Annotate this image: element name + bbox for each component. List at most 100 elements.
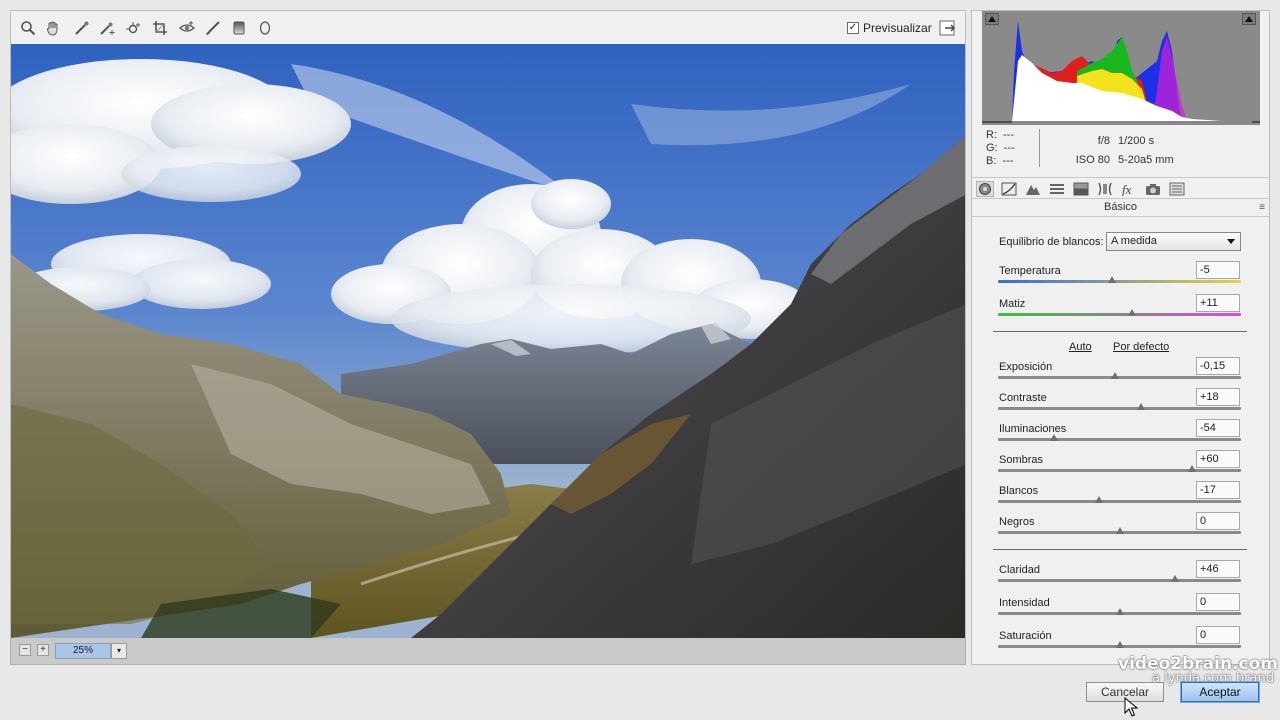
zoom-level-field[interactable]: 25%: [55, 643, 111, 659]
slider-exposicion: Exposición -0,15: [998, 357, 1243, 391]
slider-negros: Negros 0: [998, 512, 1243, 546]
tab-basic-icon[interactable]: [976, 181, 994, 197]
rgb-label: R:: [986, 129, 997, 141]
slider-label: Claridad: [999, 564, 1040, 576]
zoom-tool-icon[interactable]: [19, 19, 37, 37]
slider-value-field[interactable]: +46: [1196, 560, 1240, 578]
preview-label: Previsualizar: [863, 21, 932, 35]
slider-track[interactable]: [998, 579, 1241, 582]
slider-label: Saturación: [999, 630, 1052, 642]
slider-iluminaciones: Iluminaciones -54: [998, 419, 1243, 453]
slider-thumb[interactable]: [1108, 276, 1117, 283]
slider-track[interactable]: [998, 280, 1241, 283]
focal-length: 5-20a5 mm: [1118, 154, 1174, 166]
slider-value-field[interactable]: -5: [1196, 261, 1240, 279]
slider-value-field[interactable]: +60: [1196, 450, 1240, 468]
rgb-label: G:: [986, 142, 998, 154]
zoom-in-button[interactable]: +: [37, 644, 49, 656]
zoom-out-button[interactable]: −: [19, 644, 31, 656]
rgb-value: ---: [1002, 155, 1014, 167]
graduated-filter-tool-icon[interactable]: [230, 19, 248, 37]
panel-title: Básico: [1103, 201, 1138, 213]
slider-blancos: Blancos -17: [998, 481, 1243, 515]
white-balance-label: Equilibrio de blancos:: [999, 236, 1104, 248]
slider-value-field[interactable]: -17: [1196, 481, 1240, 499]
metadata-divider: [1039, 129, 1040, 167]
tab-detail-icon[interactable]: [1024, 181, 1042, 197]
red-eye-tool-icon[interactable]: [178, 19, 196, 37]
slider-label: Contraste: [999, 392, 1047, 404]
color-sampler-tool-icon[interactable]: [98, 19, 116, 37]
slider-value-field[interactable]: 0: [1196, 593, 1240, 611]
slider-contraste: Contraste +18: [998, 388, 1243, 422]
image-preview[interactable]: [10, 44, 966, 638]
tab-camera-calibration-icon[interactable]: [1144, 181, 1162, 197]
exif-info: f/8 1/200 s ISO 80 5-20a5 mm: [1072, 132, 1174, 170]
slider-value-field[interactable]: +11: [1196, 294, 1240, 312]
slider-value-field[interactable]: -0,15: [1196, 357, 1240, 375]
slider-matiz: Matiz +11: [998, 294, 1243, 328]
section-divider: [993, 331, 1247, 332]
crop-tool-icon[interactable]: [151, 19, 169, 37]
slider-value-field[interactable]: 0: [1196, 626, 1240, 644]
section-divider: [993, 549, 1247, 550]
slider-track[interactable]: [998, 407, 1241, 410]
slider-thumb[interactable]: [1049, 434, 1058, 441]
fullscreen-toggle-icon[interactable]: [939, 19, 957, 37]
slider-thumb[interactable]: [1110, 372, 1119, 379]
hand-tool-icon[interactable]: [44, 19, 62, 37]
default-link[interactable]: Por defecto: [1113, 341, 1169, 353]
slider-track[interactable]: [998, 376, 1241, 379]
slider-thumb[interactable]: [1115, 527, 1124, 534]
white-balance-select[interactable]: A medida: [1106, 232, 1241, 251]
slider-label: Negros: [999, 516, 1035, 528]
white-balance-value: A medida: [1111, 235, 1157, 247]
slider-track[interactable]: [998, 500, 1241, 503]
panel-tabs: fx: [972, 177, 1269, 199]
panel-title-divider: [972, 216, 1269, 217]
radial-filter-tool-icon[interactable]: [256, 19, 274, 37]
aperture: f/8: [1097, 135, 1110, 147]
preview-checkbox[interactable]: ✓: [847, 22, 859, 34]
slider-thumb[interactable]: [1188, 465, 1197, 472]
slider-thumb[interactable]: [1127, 309, 1136, 316]
tab-tone-curve-icon[interactable]: [1000, 181, 1018, 197]
tab-lens-corrections-icon[interactable]: [1096, 181, 1114, 197]
accept-button[interactable]: Aceptar: [1181, 682, 1259, 702]
tab-effects-icon[interactable]: fx: [1120, 181, 1138, 197]
slider-label: Exposición: [999, 361, 1053, 373]
slider-track[interactable]: [998, 438, 1241, 441]
rgb-readout: R: --- G: --- B: ---: [986, 129, 1015, 168]
highlight-clipping-warning-icon[interactable]: [1242, 13, 1256, 25]
shutter-speed: 1/200 s: [1118, 135, 1155, 147]
tab-hsl-icon[interactable]: [1048, 181, 1066, 197]
slider-thumb[interactable]: [1137, 403, 1146, 410]
preview-toggle[interactable]: ✓ Previsualizar: [847, 21, 932, 35]
targeted-adjustment-tool-icon[interactable]: [124, 19, 142, 37]
slider-sombras: Sombras +60: [998, 450, 1243, 484]
svg-text:fx: fx: [1122, 182, 1132, 196]
slider-track[interactable]: [998, 469, 1241, 472]
auto-link[interactable]: Auto: [1069, 341, 1092, 353]
slider-thumb[interactable]: [1115, 641, 1124, 648]
slider-thumb[interactable]: [1171, 575, 1180, 582]
tab-presets-icon[interactable]: [1168, 181, 1186, 197]
slider-track[interactable]: [998, 313, 1241, 316]
brush-tool-icon[interactable]: [204, 19, 222, 37]
tab-split-toning-icon[interactable]: [1072, 181, 1090, 197]
slider-thumb[interactable]: [1094, 496, 1103, 503]
shadow-clipping-warning-icon[interactable]: [985, 13, 999, 25]
slider-label: Sombras: [999, 454, 1044, 466]
landscape-photo: [11, 44, 965, 638]
slider-label: Blancos: [999, 485, 1039, 497]
slider-thumb[interactable]: [1115, 608, 1124, 615]
zoom-dropdown-icon[interactable]: ▾: [111, 643, 127, 659]
slider-value-field[interactable]: +18: [1196, 388, 1240, 406]
slider-label: Intensidad: [999, 597, 1050, 609]
slider-value-field[interactable]: 0: [1196, 512, 1240, 530]
white-balance-tool-icon[interactable]: [73, 19, 91, 37]
rgb-label: B:: [986, 155, 997, 167]
histogram: [982, 11, 1260, 125]
slider-value-field[interactable]: -54: [1196, 419, 1240, 437]
panel-menu-icon[interactable]: ≡: [1259, 202, 1265, 213]
